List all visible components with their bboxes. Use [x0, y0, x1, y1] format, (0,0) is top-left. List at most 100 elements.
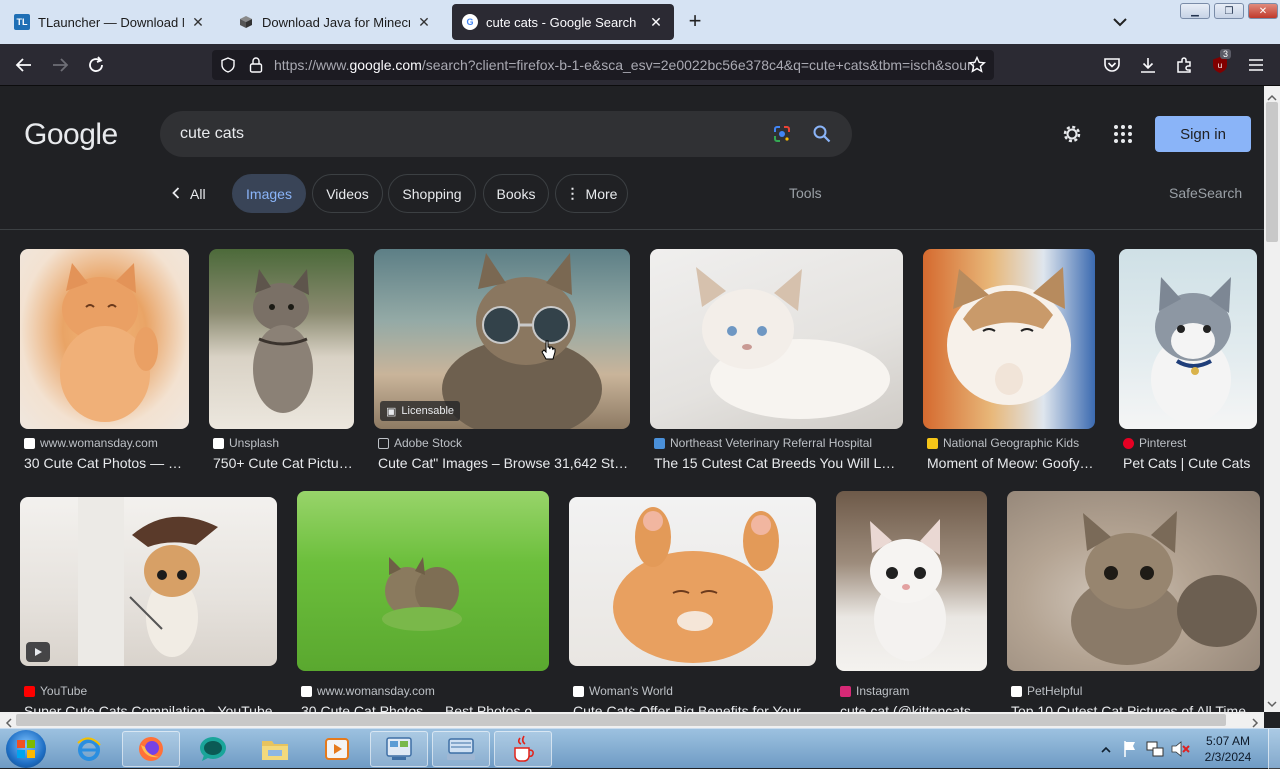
volume-muted-icon[interactable] — [1170, 740, 1190, 758]
result-title[interactable]: Cute Cat" Images – Browse 31,642 Stock P… — [378, 455, 630, 471]
horizontal-scroll-thumb[interactable] — [16, 714, 1226, 726]
result-thumbnail[interactable] — [1007, 491, 1260, 671]
search-input[interactable]: cute cats — [180, 125, 244, 143]
close-tab-icon[interactable]: ✕ — [190, 14, 206, 30]
result-title[interactable]: Moment of Meow: Goofy Cats — [927, 455, 1095, 471]
result-source[interactable]: Northeast Veterinary Referral Hospital — [654, 436, 872, 450]
search-box[interactable]: cute cats — [160, 111, 852, 157]
scroll-up-arrow-icon[interactable] — [1267, 90, 1277, 101]
ublock-origin-icon[interactable]: u 3 — [1208, 49, 1232, 77]
downloads-icon[interactable] — [1136, 53, 1160, 77]
google-lens-icon[interactable] — [772, 124, 792, 144]
result-title[interactable]: Pet Cats | Cute Cats — [1123, 455, 1257, 471]
close-tab-icon[interactable]: ✕ — [648, 14, 664, 30]
result-source[interactable]: www.womansday.com — [301, 684, 435, 698]
image-result[interactable]: Unsplash 750+ Cute Cat Pictures — [209, 249, 354, 479]
result-title[interactable]: The 15 Cutest Cat Breeds You Will Love — [654, 455, 903, 471]
result-title[interactable]: cute cat (@kittencatsdaily) — [840, 703, 987, 712]
close-tab-icon[interactable]: ✕ — [416, 14, 432, 30]
control-panel-icon[interactable] — [370, 731, 428, 767]
lock-icon[interactable] — [248, 56, 264, 74]
chip-images[interactable]: Images — [232, 174, 306, 213]
all-results-link[interactable]: All — [172, 174, 206, 213]
result-thumbnail[interactable] — [297, 491, 549, 671]
tracking-protection-shield-icon[interactable] — [220, 57, 236, 73]
result-title[interactable]: Super Cute Cats Compilation - YouTube — [24, 703, 277, 712]
media-player-icon[interactable] — [308, 731, 366, 767]
image-result[interactable]: www.womansday.com 30 Cute Cat Photos — B… — [297, 491, 549, 712]
result-source[interactable]: PetHelpful — [1011, 684, 1082, 698]
list-all-tabs-chevron-icon[interactable] — [1110, 12, 1130, 32]
result-source[interactable]: National Geographic Kids — [927, 436, 1079, 450]
internet-explorer-icon[interactable] — [60, 731, 118, 767]
image-result[interactable]: PetHelpful Top 10 Cutest Cat Pictures of… — [1007, 491, 1260, 712]
tab-tlauncher[interactable]: TL TLauncher — Download Minecraft ✕ — [4, 4, 216, 40]
extensions-puzzle-icon[interactable] — [1172, 53, 1196, 77]
scroll-right-arrow-icon[interactable] — [1250, 715, 1260, 728]
result-source[interactable]: www.womansday.com — [24, 436, 158, 450]
vertical-scroll-thumb[interactable] — [1266, 102, 1278, 242]
system-clock[interactable]: 5:07 AM 2/3/2024 — [1198, 733, 1258, 765]
result-thumbnail[interactable] — [569, 497, 816, 666]
image-result[interactable]: YouTube Super Cute Cats Compilation - Yo… — [20, 497, 277, 712]
image-result[interactable]: Pinterest Pet Cats | Cute Cats — [1119, 249, 1257, 479]
result-thumbnail[interactable] — [20, 249, 189, 429]
address-bar[interactable]: https://www.google.com/search?client=fir… — [212, 50, 994, 80]
result-thumbnail[interactable] — [836, 491, 987, 671]
result-thumbnail[interactable] — [650, 249, 903, 429]
close-window-button[interactable]: ✕ — [1248, 3, 1278, 19]
image-result[interactable]: National Geographic Kids Moment of Meow:… — [923, 249, 1095, 479]
chip-shopping[interactable]: Shopping — [388, 174, 476, 213]
tools-button[interactable]: Tools — [789, 185, 822, 201]
image-result[interactable]: Northeast Veterinary Referral Hospital T… — [650, 249, 903, 479]
result-title[interactable]: Cute Cats Offer Big Benefits for Your He… — [573, 703, 816, 712]
image-result[interactable]: Woman's World Cute Cats Offer Big Benefi… — [569, 497, 816, 712]
tab-google-search[interactable]: G cute cats - Google Search ✕ — [452, 4, 674, 40]
hamburger-menu-icon[interactable] — [1244, 53, 1268, 77]
result-title[interactable]: Top 10 Cutest Cat Pictures of All Time — [1011, 703, 1260, 712]
result-thumbnail[interactable] — [923, 249, 1095, 429]
file-explorer-icon[interactable] — [246, 731, 304, 767]
reload-icon[interactable] — [84, 53, 108, 77]
forward-arrow-icon[interactable] — [48, 53, 72, 77]
chip-more[interactable]: ⋮ More — [555, 174, 628, 213]
horizontal-scrollbar[interactable] — [0, 712, 1264, 728]
restore-window-button[interactable]: ❐ — [1214, 3, 1244, 19]
result-source[interactable]: Adobe Stock — [378, 436, 462, 450]
google-apps-grid-icon[interactable] — [1113, 124, 1133, 144]
sign-in-button[interactable]: Sign in — [1155, 116, 1251, 152]
result-thumbnail[interactable] — [1119, 249, 1257, 429]
chip-videos[interactable]: Videos — [312, 174, 383, 213]
url-text[interactable]: https://www.google.com/search?client=fir… — [274, 57, 974, 73]
result-source[interactable]: Pinterest — [1123, 436, 1186, 450]
firefox-taskbar-button[interactable] — [122, 731, 180, 767]
java-coffee-cup-icon[interactable] — [494, 731, 552, 767]
google-logo[interactable]: Google — [24, 118, 118, 152]
minimize-window-button[interactable]: ▁ — [1180, 3, 1210, 19]
back-arrow-icon[interactable] — [12, 53, 36, 77]
new-tab-button[interactable]: + — [684, 10, 706, 32]
result-title[interactable]: 30 Cute Cat Photos — Best Photos of Cute… — [24, 455, 189, 471]
network-icon[interactable] — [1146, 740, 1164, 758]
vertical-scrollbar[interactable] — [1264, 86, 1280, 712]
scroll-left-arrow-icon[interactable] — [4, 715, 14, 728]
result-thumbnail[interactable] — [209, 249, 354, 429]
result-title[interactable]: 30 Cute Cat Photos — Best Photos of Cute… — [301, 703, 549, 712]
action-center-flag-icon[interactable] — [1122, 740, 1138, 758]
show-desktop-button[interactable] — [1268, 729, 1280, 769]
image-result[interactable]: ▣ Licensable Adobe Stock Cute Cat" Images… — [374, 249, 630, 479]
image-result[interactable]: Instagram cute cat (@kittencatsdaily) — [836, 491, 987, 712]
result-thumbnail[interactable]: ▣ Licensable — [374, 249, 630, 429]
scroll-down-arrow-icon[interactable] — [1267, 696, 1277, 708]
chat-app-icon[interactable] — [184, 731, 242, 767]
search-magnifier-icon[interactable] — [812, 124, 832, 144]
chip-books[interactable]: Books — [483, 174, 549, 213]
tab-java-download[interactable]: Download Java for Minecraft (Re ✕ — [228, 4, 442, 40]
result-source[interactable]: Instagram — [840, 684, 909, 698]
result-source[interactable]: Woman's World — [573, 684, 673, 698]
settings-gear-icon[interactable] — [1061, 123, 1083, 145]
bookmark-star-icon[interactable] — [968, 55, 986, 74]
show-hidden-icons-chevron-icon[interactable] — [1100, 743, 1112, 755]
start-button[interactable] — [6, 730, 46, 768]
result-thumbnail[interactable] — [20, 497, 277, 666]
